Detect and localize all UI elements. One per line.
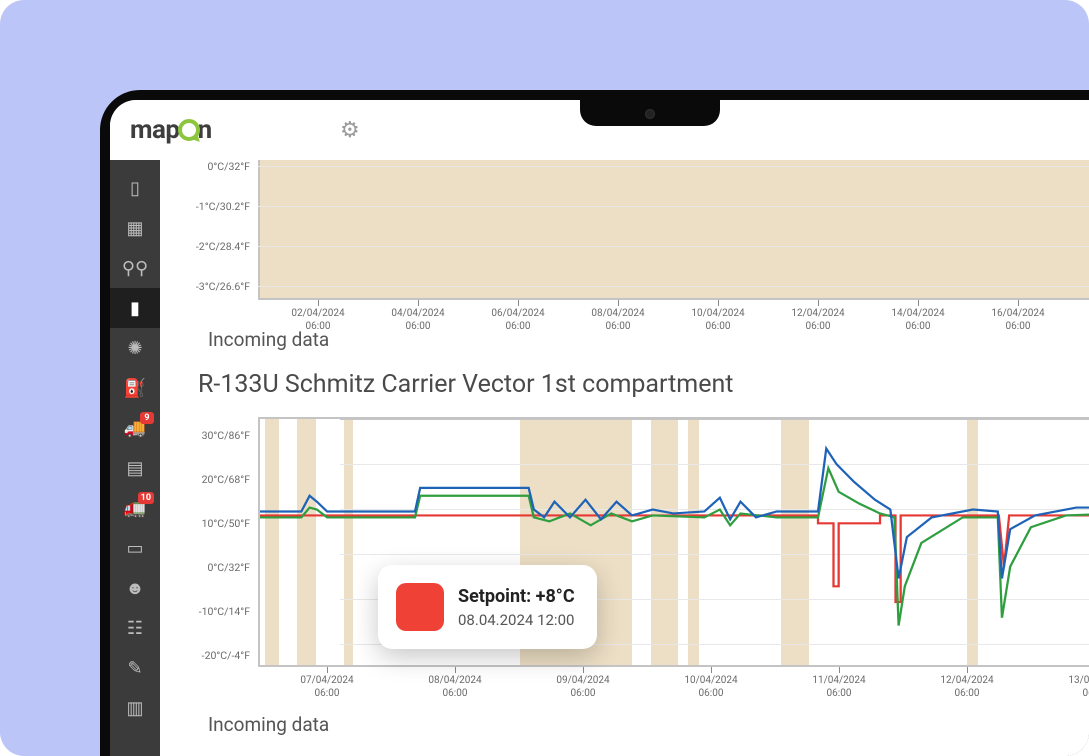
main-content: 0°C/32°F -1°C/30.2°F -2°C/28.4°F -3°C/26… [160, 160, 1089, 756]
chart2-ylabel: -10°C/14°F [178, 605, 250, 618]
nav-edit[interactable]: ✎ [110, 648, 160, 688]
nav-badge: 10 [138, 492, 154, 504]
chart2-ylabel: -20°C/-4°F [178, 649, 250, 662]
chart-tooltip: Setpoint: +8°C 08.04.2024 12:00 [378, 565, 597, 649]
chart1-xtick: 08/04/2024 06:00 [579, 308, 657, 333]
map-icon: ▯ [130, 178, 140, 199]
nav-map[interactable]: ▯ [110, 168, 160, 208]
chart2-xtick: 09/04/2024 06:00 [544, 675, 622, 700]
nav-fleet-b[interactable]: 🚛10 [110, 488, 160, 528]
nav-fleet-a[interactable]: 🚚9 [110, 408, 160, 448]
nav-places[interactable]: ⚲⚲ [110, 248, 160, 288]
pins-icon: ⚲⚲ [122, 258, 148, 279]
user-icon: ☻ [126, 578, 145, 599]
nav-account[interactable]: ☻ [110, 568, 160, 608]
nav-tasks[interactable]: ▤ [110, 448, 160, 488]
chart1-xtick: 18/04 [1079, 308, 1089, 321]
gear-icon: ⚙ [340, 118, 360, 143]
chart1-xtick: 06/04/2024 06:00 [479, 308, 557, 333]
document-icon: ▮ [130, 298, 140, 319]
chart1-ylabel: -3°C/26.6°F [178, 280, 250, 293]
chart2-ylabel: 10°C/50°F [178, 517, 250, 530]
nav-schedule[interactable]: ☷ [110, 608, 160, 648]
nav-badge: 9 [140, 412, 154, 424]
chart2-xtick: 11/04/2024 06:00 [800, 675, 878, 700]
chart1-xtick: 10/04/2024 06:00 [679, 308, 757, 333]
nav-new[interactable]: ▥ [110, 688, 160, 728]
chart-panel-2: 30°C/86°F 20°C/68°F 10°C/50°F 0°C/32°F -… [178, 417, 1089, 737]
fuel-icon: ⛽ [124, 378, 146, 399]
alert-icon: ✺ [127, 338, 142, 359]
chart2-ylabel: 30°C/86°F [178, 429, 250, 442]
nav-reports[interactable]: ▮ [110, 288, 160, 328]
sidebar: ▯ ▦ ⚲⚲ ▮ ✺ ⛽ 🚚9 ▤ 🚛10 ▭ ☻ ☷ ✎ ▥ [110, 160, 160, 756]
chart-panel-1: 0°C/32°F -1°C/30.2°F -2°C/28.4°F -3°C/26… [178, 160, 1089, 346]
chart2-xtick: 13/04/2024 06:00 [1056, 675, 1089, 700]
nav-dashboard[interactable]: ▦ [110, 208, 160, 248]
nav-fuel[interactable]: ⛽ [110, 368, 160, 408]
chart2-xtick: 12/04/2024 06:00 [928, 675, 1006, 700]
tooltip-time: 08.04.2024 12:00 [458, 611, 575, 629]
edit-icon: ✎ [127, 658, 142, 679]
chart1-xtick: 14/04/2024 06:00 [879, 308, 957, 333]
chart2-footer: Incoming data [208, 713, 329, 736]
chart1-plot[interactable] [258, 160, 1089, 300]
tooltip-title: Setpoint: +8°C [458, 586, 575, 607]
chart2-ylabel: 0°C/32°F [178, 561, 250, 574]
chart1-ylabel: -1°C/30.2°F [178, 200, 250, 213]
brand-logo: mapn [130, 115, 212, 145]
chart1-ylabel: -2°C/28.4°F [178, 240, 250, 253]
app-background: mapn ⚙ ▯ ▦ ⚲⚲ ▮ ✺ ⛽ 🚚9 ▤ 🚛10 [0, 0, 1089, 756]
chart2-title: R-133U Schmitz Carrier Vector 1st compar… [198, 370, 1089, 399]
device-icon: ▭ [126, 538, 143, 559]
device-notch [580, 100, 720, 126]
chart1-footer: Incoming data [208, 328, 329, 351]
chart1-xtick: 04/04/2024 06:00 [379, 308, 457, 333]
settings-button[interactable]: ⚙ [340, 118, 360, 143]
nav-alerts[interactable]: ✺ [110, 328, 160, 368]
chart2-ylabel: 20°C/68°F [178, 473, 250, 486]
calendar-icon: ☷ [127, 618, 143, 639]
device-screen: mapn ⚙ ▯ ▦ ⚲⚲ ▮ ✺ ⛽ 🚚9 ▤ 🚛10 [110, 100, 1089, 756]
nav-devices[interactable]: ▭ [110, 528, 160, 568]
dashboard-icon: ▦ [126, 218, 143, 239]
device-frame: mapn ⚙ ▯ ▦ ⚲⚲ ▮ ✺ ⛽ 🚚9 ▤ 🚛10 [100, 90, 1089, 756]
chart1-xtick: 12/04/2024 06:00 [779, 308, 857, 333]
chart2-xtick: 07/04/2024 06:00 [288, 675, 366, 700]
clipboard-icon: ▤ [126, 458, 143, 479]
tooltip-swatch [396, 583, 444, 631]
chart1-ylabel: 0°C/32°F [178, 160, 250, 173]
chart2-xtick: 08/04/2024 06:00 [416, 675, 494, 700]
new-icon: ▥ [126, 698, 143, 719]
chart2-xtick: 10/04/2024 06:00 [672, 675, 750, 700]
chart1-xtick: 16/04/2024 06:00 [979, 308, 1057, 333]
